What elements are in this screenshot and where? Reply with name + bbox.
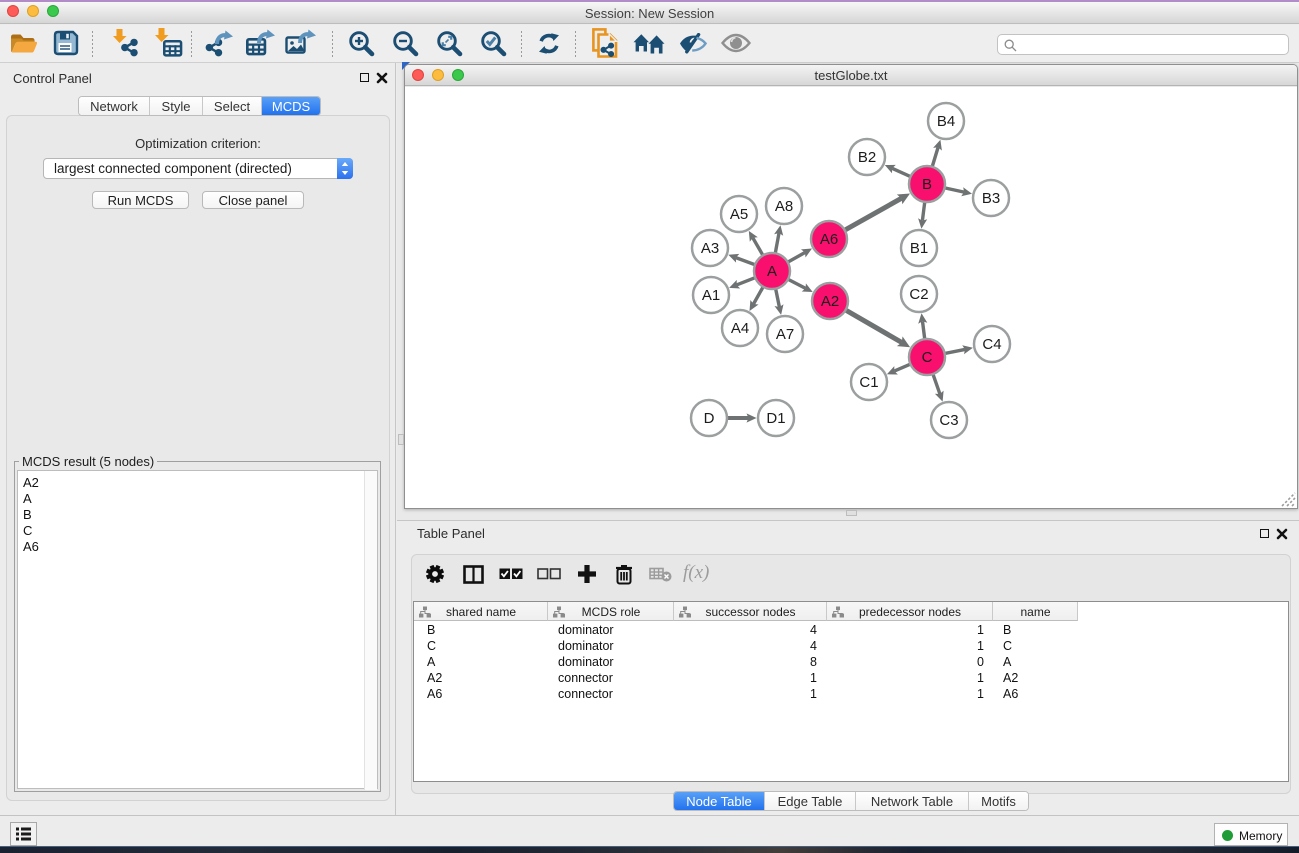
svg-text:A8: A8 (775, 198, 793, 215)
svg-text:A3: A3 (701, 240, 719, 257)
svg-text:B4: B4 (937, 113, 955, 130)
svg-text:A2: A2 (821, 293, 839, 310)
svg-text:A: A (767, 263, 777, 280)
svg-text:B1: B1 (910, 240, 928, 257)
svg-text:A1: A1 (702, 287, 720, 304)
svg-text:B: B (922, 176, 932, 193)
svg-text:C4: C4 (982, 336, 1001, 353)
svg-text:A4: A4 (731, 320, 749, 337)
svg-text:D: D (704, 410, 715, 427)
svg-text:A7: A7 (776, 326, 794, 343)
svg-text:D1: D1 (766, 410, 785, 427)
svg-text:C3: C3 (939, 412, 958, 429)
svg-text:C1: C1 (859, 374, 878, 391)
svg-text:B2: B2 (858, 149, 876, 166)
svg-text:A5: A5 (730, 206, 748, 223)
svg-text:C: C (922, 349, 933, 366)
svg-text:C2: C2 (909, 286, 928, 303)
svg-text:A6: A6 (820, 231, 838, 248)
svg-text:B3: B3 (982, 190, 1000, 207)
